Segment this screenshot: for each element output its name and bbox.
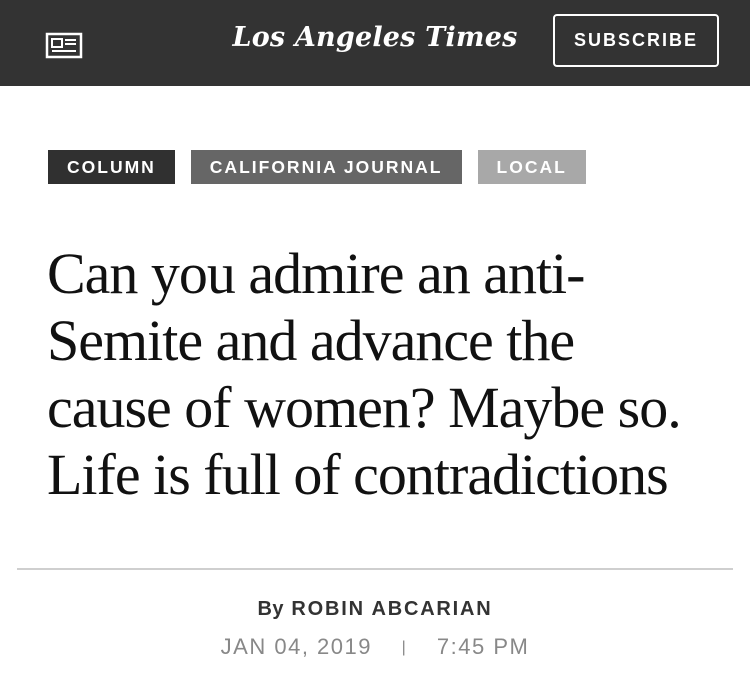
article-headline: Can you admire an anti- Semite and advan… bbox=[47, 240, 727, 508]
byline: By ROBIN ABCARIAN bbox=[0, 598, 750, 621]
headline-line: Can you admire an anti- bbox=[47, 241, 585, 306]
byline-prefix: By bbox=[257, 598, 285, 620]
author-name[interactable]: ROBIN ABCARIAN bbox=[291, 598, 492, 620]
dateline: JAN 04, 2019 | 7:45 PM bbox=[0, 634, 750, 660]
date-separator: | bbox=[401, 639, 408, 656]
publish-date: JAN 04, 2019 bbox=[220, 634, 372, 659]
divider bbox=[17, 568, 733, 570]
tag-local[interactable]: LOCAL bbox=[477, 150, 586, 184]
article-tags: COLUMN CALIFORNIA JOURNAL LOCAL bbox=[48, 150, 586, 184]
tag-california-journal[interactable]: CALIFORNIA JOURNAL bbox=[190, 150, 462, 184]
tag-column[interactable]: COLUMN bbox=[48, 150, 175, 184]
headline-line: cause of women? Maybe so. bbox=[47, 375, 682, 440]
subscribe-button[interactable]: SUBSCRIBE bbox=[553, 14, 719, 67]
publish-time: 7:45 PM bbox=[436, 634, 530, 659]
headline-line: Semite and advance the bbox=[47, 308, 575, 373]
headline-line: Life is full of contradictions bbox=[47, 442, 669, 507]
top-navigation-bar: Los Angeles Times SUBSCRIBE bbox=[0, 0, 750, 86]
